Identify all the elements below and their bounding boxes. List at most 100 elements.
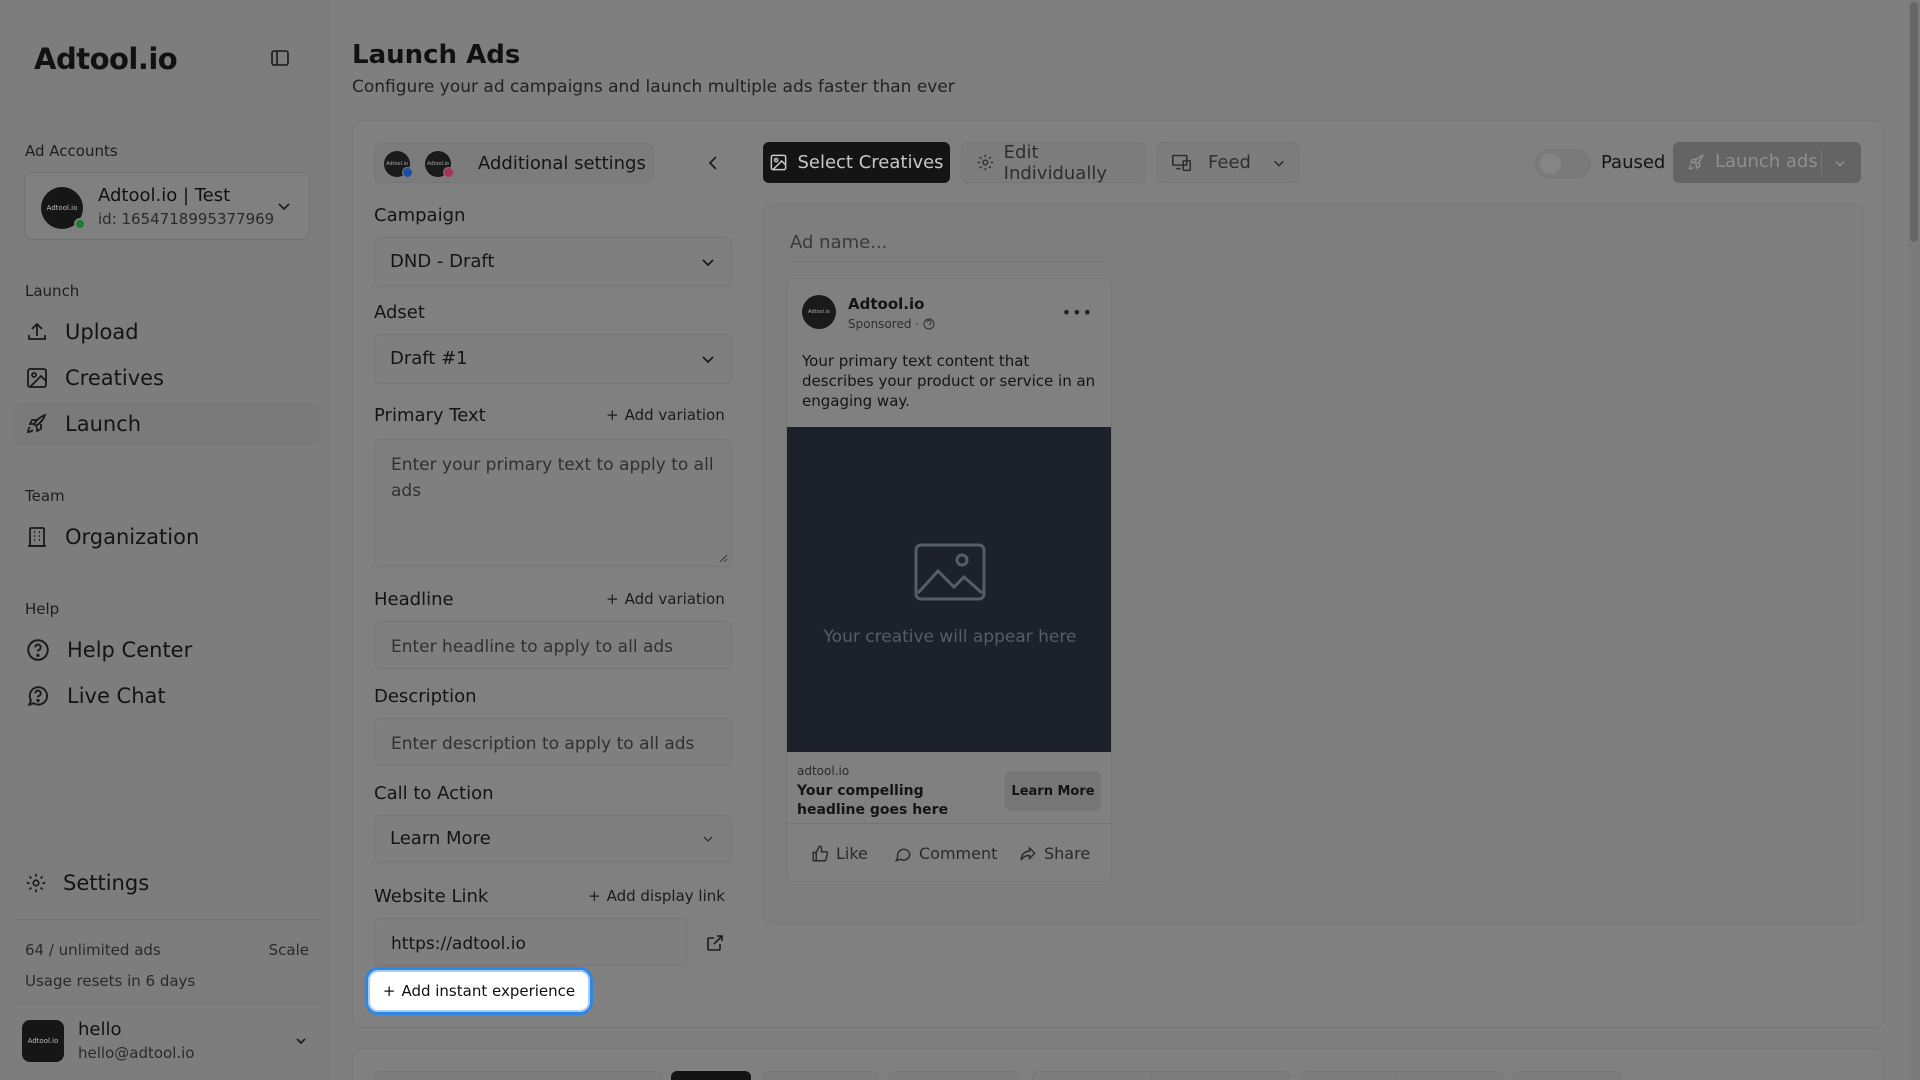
sponsored-label: Sponsored · [848,317,935,331]
table-tab[interactable] [763,1071,878,1080]
scrollbar-thumb[interactable] [1910,2,1918,242]
headline-placeholder: Enter headline to apply to all ads [391,637,674,657]
sidebar-divider [14,1003,320,1004]
select-creatives-label: Select Creatives [797,152,944,173]
button-separator [1821,150,1822,175]
sidebar-item-upload[interactable]: Upload [14,311,320,353]
launch-section-label: Launch [25,282,80,300]
ad-brand-avatar: Adtool.io [802,295,836,329]
ad-actions-bar: Like Comment Share [787,823,1111,881]
user-avatar: Adtool.io [22,1020,64,1062]
launch-ads-button[interactable]: Launch ads [1673,142,1861,183]
add-display-link-button[interactable]: + Add display link [588,887,725,905]
sidebar-item-label: Creatives [65,366,164,390]
primary-text-textarea[interactable]: Enter your primary text to apply to all … [374,439,732,567]
help-section-label: Help [25,600,60,618]
table-tab[interactable] [1300,1071,1410,1080]
ad-name-input[interactable]: Ad name... [790,232,1108,262]
chevron-down-icon [278,203,290,211]
ad-account-selector[interactable]: Adtool.io Adtool.io | Test id: 165471899… [24,172,310,240]
edit-individually-button[interactable]: Edit Individually [961,141,1146,184]
online-status-dot [74,218,86,230]
scale-plan-link[interactable]: Scale [269,941,309,959]
upload-icon [28,322,46,340]
call-to-action-select[interactable]: Learn More [374,815,732,863]
description-input[interactable]: Enter description to apply to all ads [374,718,732,766]
campaign-select[interactable]: DND - Draft [374,237,732,287]
additional-settings-label: Additional settings [478,153,646,174]
plus-icon: + [606,406,619,424]
sidebar-item-settings[interactable]: Settings [14,862,320,904]
facebook-badge-icon [402,167,413,178]
comment-action: Comment [894,844,997,863]
collapse-panel-chevron-left-icon[interactable] [702,152,724,174]
add-variation-label: Add variation [624,406,725,424]
add-headline-variation-button[interactable]: + Add variation [606,590,725,608]
table-search-input[interactable] [374,1071,662,1080]
chevron-down-icon [703,836,713,843]
paused-label: Paused [1601,152,1666,173]
chevron-down-icon [702,356,714,364]
sidebar-item-label: Upload [65,320,139,344]
sidebar-item-launch[interactable]: Launch [14,403,320,445]
sidebar-item-creatives[interactable]: Creatives [14,357,320,399]
ad-cta-button: Learn More [1005,771,1101,811]
sidebar-item-label: Launch [65,412,142,436]
add-variation-label: Add variation [624,590,725,608]
sidebar-item-label: Settings [63,871,150,895]
table-tab[interactable] [1032,1071,1166,1080]
building-icon [28,527,46,547]
more-options-icon[interactable]: ••• [1062,303,1093,322]
table-tab[interactable] [889,1071,1020,1080]
plus-icon: + [606,590,619,608]
headline-input[interactable]: Enter headline to apply to all ads [374,621,732,669]
user-name: hello [78,1019,122,1040]
sidebar-item-live-chat[interactable]: Live Chat [14,675,320,717]
table-tab[interactable] [1396,1071,1503,1080]
resize-grip-icon[interactable] [718,553,728,563]
paused-toggle[interactable] [1535,149,1591,178]
sidebar-item-organization[interactable]: Organization [14,516,320,558]
add-instant-experience-label: Add instant experience [401,982,576,1000]
share-icon [1020,845,1036,860]
placement-feed-select[interactable]: Feed [1157,142,1299,183]
account-name: Adtool.io | Test [98,185,231,206]
usage-count: 64 / unlimited ads [25,941,161,959]
thumbs-up-icon [812,845,829,861]
chevron-down-icon[interactable] [1832,155,1848,171]
website-link-input[interactable]: https://adtool.io [374,918,687,966]
media-placeholder-text: Your creative will appear here [823,627,1077,647]
plus-icon: + [382,982,396,1000]
external-link-icon[interactable] [704,932,726,954]
rocket-icon [26,413,47,434]
user-menu-chevron-icon[interactable] [292,1032,310,1050]
page-scrollbar[interactable] [1908,0,1920,1080]
gear-icon [977,154,994,171]
edit-individually-label: Edit Individually [1003,141,1107,184]
website-link-value: https://adtool.io [391,934,526,954]
add-primary-text-variation-button[interactable]: + Add variation [606,406,725,424]
primary-text-placeholder: Enter your primary text to apply to all … [391,455,714,501]
ad-name-placeholder: Ad name... [790,232,888,253]
add-instant-experience-button[interactable]: + Add instant experience [368,970,590,1012]
cta-value: Learn More [390,828,491,849]
image-icon [771,154,787,171]
sidebar-item-help-center[interactable]: Help Center [14,629,320,671]
share-action: Share [1019,844,1090,863]
select-creatives-button[interactable]: Select Creatives [763,142,950,183]
table-tab-active[interactable] [671,1071,751,1080]
table-tab[interactable] [1513,1071,1621,1080]
add-display-link-label: Add display link [606,887,725,905]
share-label: Share [1044,844,1091,863]
page-title: Launch Ads [352,40,521,70]
sidebar-divider [14,919,320,920]
page-subtitle: Configure your ad campaigns and launch m… [352,77,955,97]
sidebar-toggle-icon[interactable] [270,48,290,68]
adset-select[interactable]: Draft #1 [374,334,732,384]
table-tab[interactable] [1151,1071,1290,1080]
additional-settings-tab[interactable]: Adtool.io Adtool.io Additional settings [374,143,654,183]
ad-brand-name: Adtool.io [848,295,925,313]
chat-icon [27,686,49,707]
ad-media-placeholder: Your creative will appear here [787,427,1111,752]
globe-icon [923,318,935,330]
